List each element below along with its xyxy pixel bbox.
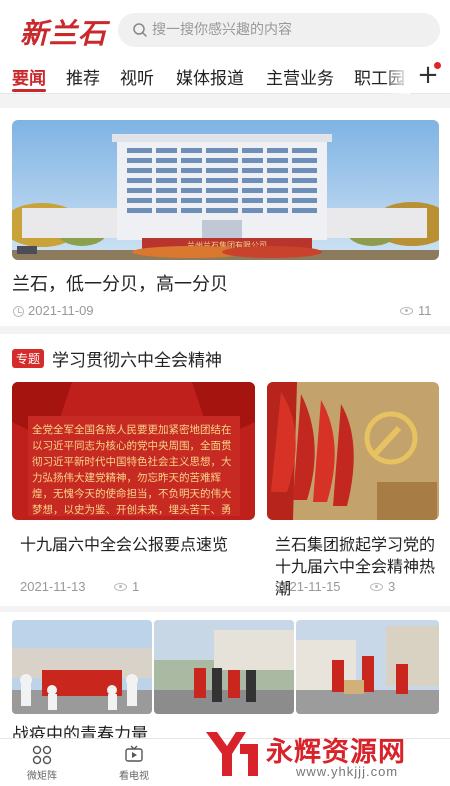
gallery-photo <box>296 620 439 714</box>
gallery-photo <box>154 620 294 714</box>
topic-item-views: 3 <box>388 579 396 594</box>
tabs-fade <box>384 58 410 94</box>
feature-title[interactable]: 兰石，低一分贝，高一分贝 <box>12 270 228 296</box>
tab-audio-video[interactable]: 视听 <box>120 64 154 89</box>
tab-main-business[interactable]: 主营业务 <box>266 64 334 89</box>
nav-tv-label: 看电视 <box>119 771 149 782</box>
notification-dot <box>434 62 441 69</box>
feature-article-card[interactable]: 兰州兰石集团有限公司 兰石，低一分贝，高一分贝 2021-11-09 11 <box>0 108 450 326</box>
watermark-logo-icon <box>206 732 258 776</box>
search-input[interactable] <box>152 13 432 47</box>
topic-title[interactable]: 学习贯彻六中全会精神 <box>52 346 222 371</box>
feature-date: 2021-11-09 <box>28 303 94 318</box>
watermark: 永辉资源网 www.yhkjjj.com <box>200 724 450 782</box>
gallery-photo <box>12 620 152 714</box>
topic-item-views: 1 <box>132 579 140 594</box>
eye-icon <box>114 583 127 591</box>
header: 新兰石 <box>0 0 450 58</box>
eye-icon <box>370 583 383 591</box>
tv-icon <box>125 745 143 762</box>
tab-media-reports[interactable]: 媒体报道 <box>176 64 244 89</box>
topic-item-date: 2021-11-15 <box>275 579 341 594</box>
topic-item-image[interactable]: 全党全军全国各族人民要更加紧密地团结在以习近平同志为核心的党中央周围，全面贯彻习… <box>12 382 255 520</box>
app-logo[interactable]: 新兰石 <box>20 12 107 52</box>
eye-icon <box>400 307 413 315</box>
nav-matrix-label: 微矩阵 <box>27 771 57 782</box>
topic-item-date: 2021-11-13 <box>20 579 86 594</box>
active-tab-indicator <box>12 89 46 92</box>
topic-section: 专题 学习贯彻六中全会精神 全党全军全国各族人民要更加紧密地团结在以习近平同志为… <box>0 334 450 606</box>
app-screen: 新兰石 要闻 推荐 视听 媒体报道 主营业务 职工园地 + <box>0 0 450 786</box>
feature-image: 兰州兰石集团有限公司 <box>12 120 439 260</box>
search-bar[interactable] <box>118 13 440 47</box>
feature-views: 11 <box>418 303 432 318</box>
topic-banner-text: 全党全军全国各族人民要更加紧密地团结在以习近平同志为核心的党中央周围，全面贯彻习… <box>32 424 232 516</box>
tab-news[interactable]: 要闻 <box>12 64 46 89</box>
nav-matrix[interactable]: 微矩阵 <box>12 743 72 785</box>
topic-item-title[interactable]: 十九届六中全会公报要点速览 <box>20 534 228 556</box>
channel-tabs: 要闻 推荐 视听 媒体报道 主营业务 职工园地 + <box>0 58 450 94</box>
clock-icon <box>13 306 24 317</box>
nav-tv[interactable]: 看电视 <box>104 743 164 785</box>
topic-item-image[interactable] <box>267 382 439 520</box>
topic-badge: 专题 <box>12 349 45 368</box>
watermark-url: www.yhkjjj.com <box>296 764 399 779</box>
grid-icon <box>32 745 52 765</box>
search-icon <box>133 23 147 37</box>
tab-recommend[interactable]: 推荐 <box>66 64 100 89</box>
